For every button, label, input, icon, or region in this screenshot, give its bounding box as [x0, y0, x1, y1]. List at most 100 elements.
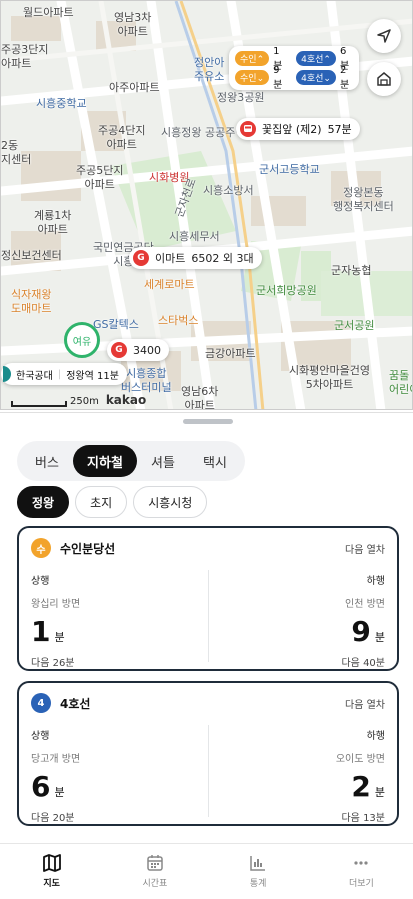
- station-building-button[interactable]: [367, 62, 401, 96]
- nav-timetable[interactable]: 시간표: [103, 844, 206, 899]
- map-label: 시흥중학교: [36, 97, 87, 110]
- arrival-time: 9분: [273, 64, 283, 91]
- suin-line-chip: 수인⌄: [235, 70, 270, 85]
- map-label: 영남6차 아파트: [181, 385, 219, 410]
- minutes-value: 6: [31, 770, 51, 803]
- my-location-button[interactable]: [367, 19, 401, 53]
- nav-label: 지도: [43, 879, 60, 889]
- arrival-row: 수인⌃ 1분 4호선⌃ 6분: [235, 46, 353, 72]
- line-card-line4[interactable]: 4 4호선 다음 열차 상행 당고개 방면 6 분 다음 20분 하행 오이도 …: [17, 681, 399, 826]
- bus-stop-name: 꽃집앞 (제2): [262, 123, 322, 136]
- calendar-icon: [147, 855, 163, 871]
- map-scale: 250m kakao: [11, 393, 146, 407]
- nav-label: 통계: [249, 879, 267, 889]
- map-label: GS칼텍스: [93, 318, 139, 331]
- map-label: 시흥소방서: [203, 184, 254, 197]
- bus-stop-marker[interactable]: 꽃집앞 (제2) 57분: [236, 118, 360, 140]
- map-label: 주공3단지 아파트: [1, 43, 49, 70]
- next-train-label: 다음 열차: [345, 699, 385, 711]
- bus-stop-time: 57분: [327, 123, 352, 136]
- tab-taxi[interactable]: 택시: [189, 445, 241, 477]
- route-color-icon: [3, 366, 11, 382]
- destination-label: 당고개 방면: [31, 754, 81, 765]
- arrival-minutes: 6 분: [31, 771, 201, 803]
- station-chip-jeongwang[interactable]: 정왕: [17, 486, 70, 518]
- route-marker[interactable]: 한국공대 | 정왕역 11분: [1, 363, 127, 385]
- map-label: 시흥종합 버스터미널: [121, 367, 172, 394]
- station-chip-siheung-city-hall[interactable]: 시흥시청: [133, 486, 208, 518]
- minutes-unit: 분: [374, 631, 385, 644]
- map-label: 시흥세무서: [169, 230, 220, 243]
- station-selector: 정왕 초지 시흥시청: [17, 486, 208, 518]
- map-label: 군서희망공원: [256, 284, 317, 297]
- minutes-unit: 분: [374, 786, 385, 799]
- next-arrival: 다음 40분: [341, 658, 385, 669]
- minutes-value: 1: [31, 615, 51, 648]
- map-label: 세계로마트: [144, 278, 195, 291]
- bar-chart-icon: [250, 856, 266, 871]
- navigation-arrow-icon: [377, 29, 391, 43]
- downbound-column: 하행 오이도 방면 2 분 다음 13분: [215, 727, 385, 824]
- next-train-label: 다음 열차: [345, 544, 385, 556]
- bus-3400-marker[interactable]: G 3400: [107, 339, 169, 361]
- arrival-minutes: 9 분: [215, 616, 385, 648]
- line-name: 수인분당선: [60, 541, 116, 556]
- downbound-column: 하행 인천 방면 9 분 다음 40분: [215, 572, 385, 669]
- map-label: 식자재왕 도매마트: [11, 288, 52, 315]
- map-view[interactable]: 월드아파트 영남3차 아파트 주공3단지 아파트 아주아파트 시흥중학교 주공4…: [0, 0, 413, 410]
- line-card-suin-bundang[interactable]: 수 수인분당선 다음 열차 상행 왕십리 방면 1 분 다음 26분 하행 인천…: [17, 526, 399, 671]
- sheet-drag-handle[interactable]: [183, 419, 233, 424]
- nav-map[interactable]: 지도: [0, 844, 103, 899]
- map-label: 시화평안마을건영 5차아파트: [289, 364, 370, 391]
- map-label: 군서공원: [334, 319, 375, 332]
- map-label: 계룡1차 아파트: [34, 209, 72, 236]
- map-label: 2동 지센터: [1, 139, 32, 166]
- nav-statistics[interactable]: 통계: [207, 844, 310, 899]
- arrival-time: 2분: [339, 64, 350, 91]
- station-chip-choji[interactable]: 초지: [75, 486, 128, 518]
- column-divider: [208, 570, 209, 662]
- marker-name: 이마트: [155, 252, 186, 265]
- map-label: 정왕3공원: [217, 91, 265, 104]
- tab-subway[interactable]: 지하철: [73, 445, 137, 477]
- map-label: 군자농협: [331, 264, 372, 277]
- map-label: 정신보건센터: [1, 249, 62, 262]
- upbound-column: 상행 당고개 방면 6 분 다음 20분: [31, 727, 201, 824]
- more-icon: [354, 861, 368, 865]
- card-header: 4 4호선 다음 열차: [31, 693, 385, 713]
- station-arrival-popup[interactable]: 수인⌃ 1분 4호선⌃ 6분 수인⌄ 9분 4호선⌄ 2분: [229, 46, 359, 91]
- minutes-value: 9: [351, 615, 371, 648]
- map-label: 주공4단지 아파트: [98, 124, 146, 151]
- marker-name: 3400: [133, 343, 161, 357]
- nav-label: 시간표: [142, 879, 168, 889]
- column-divider: [208, 725, 209, 817]
- scale-label: 250m: [70, 396, 99, 407]
- congestion-marker[interactable]: 여유: [64, 322, 100, 358]
- separator: |: [57, 368, 62, 380]
- bottom-navigation: 지도 시간표 통계 더보기: [0, 843, 413, 899]
- arrival-row: 수인⌄ 9분 4호선⌄ 2분: [235, 65, 353, 91]
- map-label: 금강아파트: [205, 347, 256, 360]
- map-label: 군서고등학교: [259, 163, 320, 176]
- arrival-minutes: 1 분: [31, 616, 201, 648]
- scale-bar: [11, 401, 67, 407]
- emart-bus-marker[interactable]: G 이마트 6502 외 3대: [129, 247, 262, 269]
- upbound-column: 상행 왕십리 방면 1 분 다음 26분: [31, 572, 201, 669]
- nav-more[interactable]: 더보기: [310, 844, 413, 899]
- tab-shuttle[interactable]: 셔틀: [137, 445, 189, 477]
- direction-label: 상행: [31, 731, 50, 742]
- destination-label: 왕십리 방면: [31, 599, 81, 610]
- tab-bus[interactable]: 버스: [21, 445, 73, 477]
- route-to: 정왕역 11분: [66, 370, 119, 382]
- minutes-value: 2: [351, 770, 371, 803]
- marker-detail: 6502 외 3대: [191, 252, 254, 265]
- next-arrival: 다음 26분: [31, 658, 75, 669]
- minutes-unit: 분: [54, 786, 65, 799]
- destination-label: 오이도 방면: [335, 754, 385, 765]
- line-badge: 수: [31, 538, 51, 558]
- map-label: 정왕본동 행정복지센터: [333, 186, 394, 213]
- next-arrival: 다음 13분: [341, 813, 385, 824]
- map-label: 아주아파트: [109, 81, 160, 94]
- direction-label: 하행: [366, 576, 385, 587]
- map-icon: [42, 854, 61, 872]
